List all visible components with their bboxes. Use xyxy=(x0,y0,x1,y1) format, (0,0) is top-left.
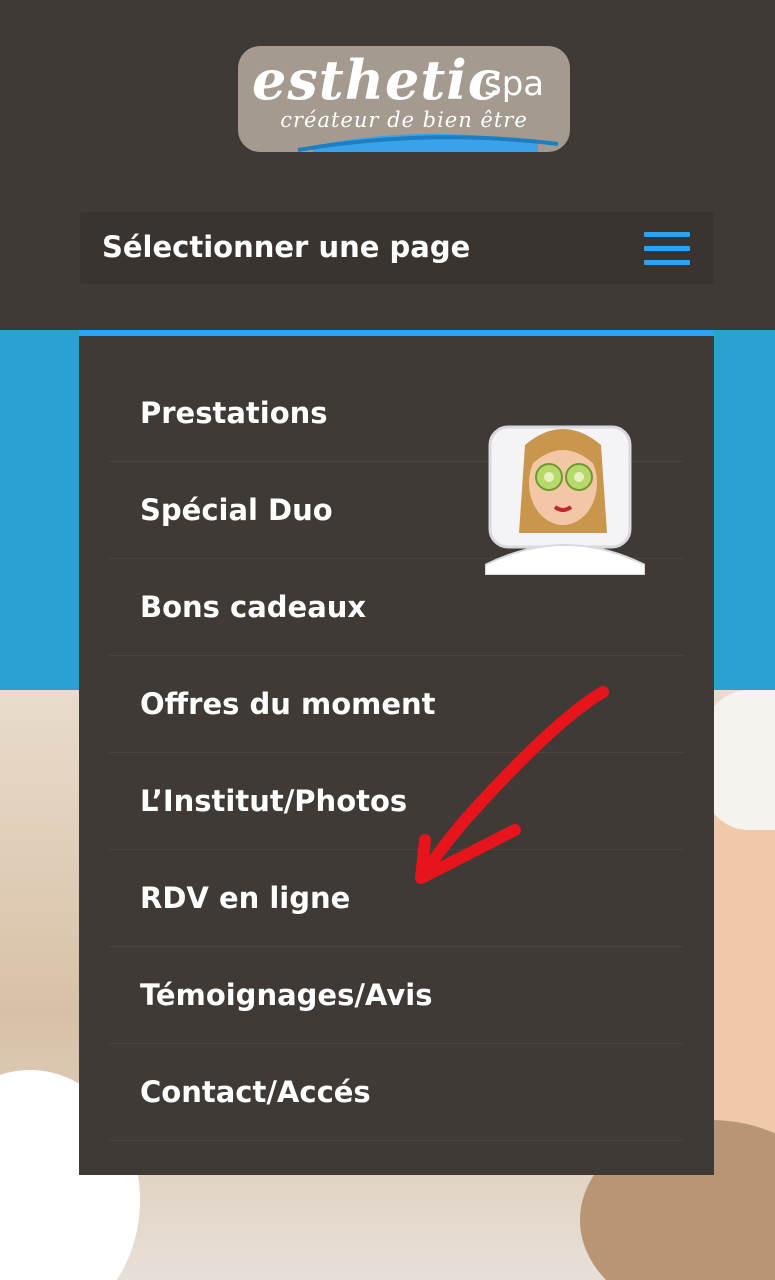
hamburger-icon[interactable] xyxy=(644,232,690,266)
menu-item-rdv-en-ligne[interactable]: RDV en ligne xyxy=(109,851,684,947)
menu-item-label: Témoignages/Avis xyxy=(140,978,433,1012)
menu-item-label: Prestations xyxy=(140,396,328,430)
menu-item-label: Contact/Accés xyxy=(140,1075,371,1109)
menu-item-institut-photos[interactable]: L’Institut/Photos xyxy=(109,754,684,850)
page-select-bar[interactable]: Sélectionner une page xyxy=(80,212,714,284)
menu-item-label: Offres du moment xyxy=(140,687,436,721)
menu-item-temoignages-avis[interactable]: Témoignages/Avis xyxy=(109,948,684,1044)
menu-item-contact-acces[interactable]: Contact/Accés xyxy=(109,1045,684,1141)
logo-tagline: créateur de bien être xyxy=(280,108,528,132)
logo-suffix: spa xyxy=(484,64,545,104)
menu-item-label: RDV en ligne xyxy=(140,881,351,915)
menu-item-label: Bons cadeaux xyxy=(140,590,367,624)
menu-item-label: Spécial Duo xyxy=(140,493,333,527)
page-select-label: Sélectionner une page xyxy=(102,230,471,264)
site-header: esthetic spa créateur de bien être Sélec… xyxy=(0,0,775,330)
site-logo[interactable]: esthetic spa créateur de bien être xyxy=(238,46,570,154)
logo-wordmark: esthetic xyxy=(252,48,502,112)
menu-item-label: L’Institut/Photos xyxy=(140,784,408,818)
menu-item-offres-du-moment[interactable]: Offres du moment xyxy=(109,657,684,753)
spa-face-mask-avatar-icon xyxy=(484,415,646,576)
